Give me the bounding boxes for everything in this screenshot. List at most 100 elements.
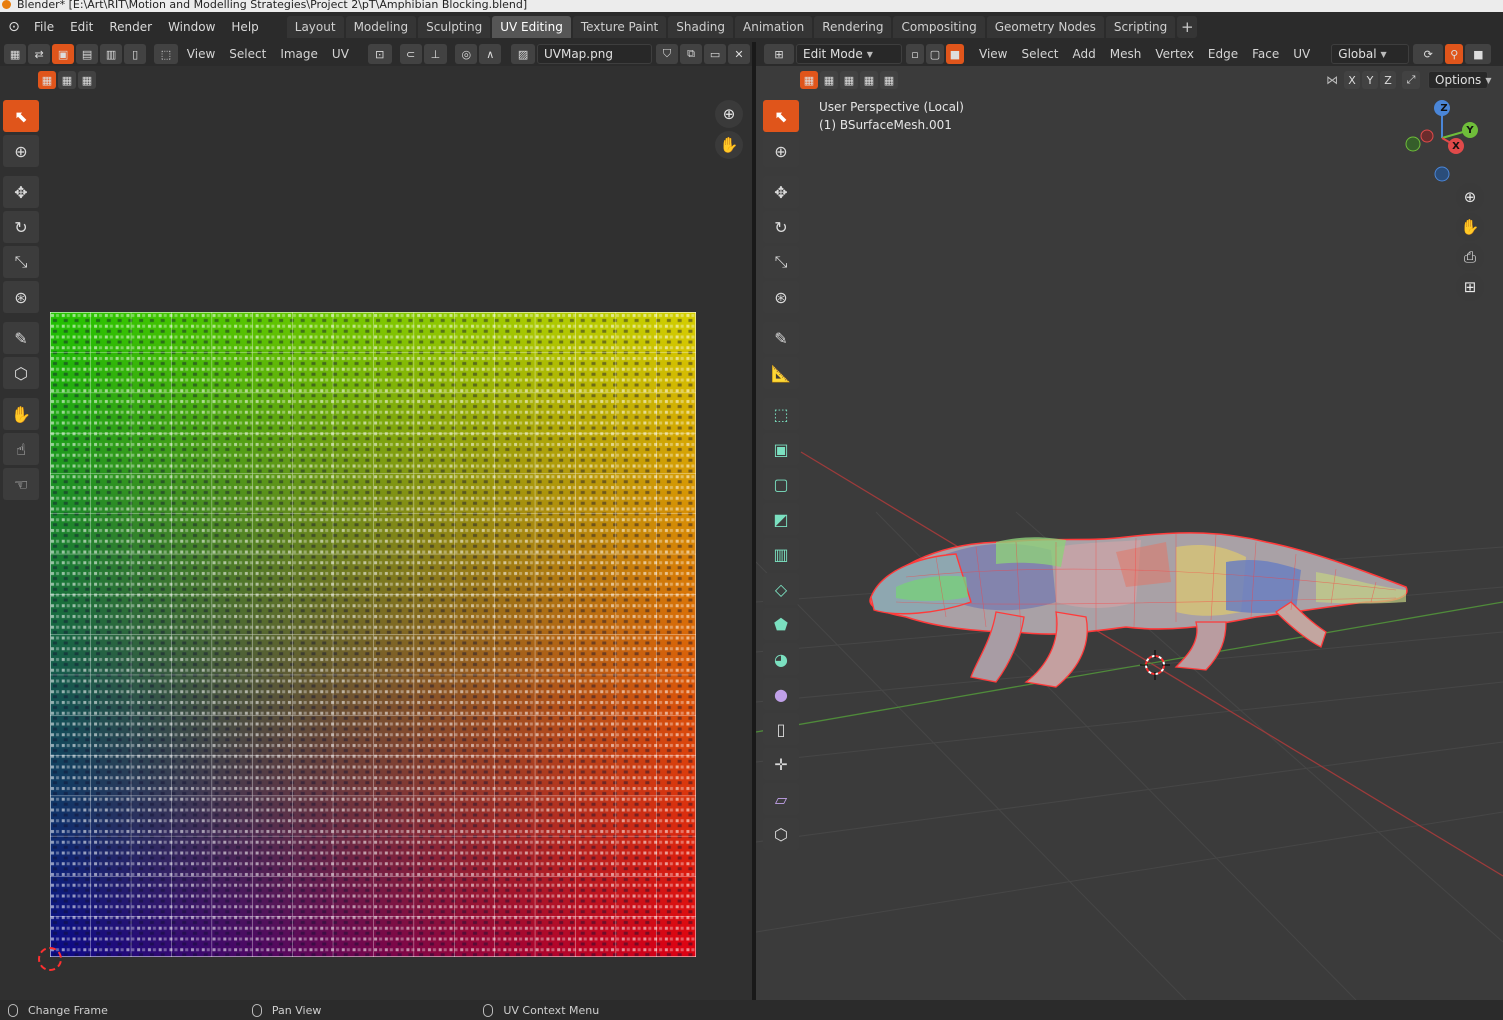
3d-viewport[interactable]: ⊞ Edit Mode ▼ ▫ ▢ ■ View Select Add Mesh … [756, 42, 1503, 1000]
uv-menu-select[interactable]: Select [222, 42, 273, 66]
uv-select-mode-row: ▦ ▦ ▦ [38, 68, 98, 92]
status-bar: Change Frame Pan View UV Context Menu [0, 1000, 1503, 1020]
pan-hand-icon[interactable]: ✋ [1456, 213, 1484, 241]
zoom-icon[interactable]: ⊕ [715, 100, 743, 128]
tab-uv-editing[interactable]: UV Editing [492, 16, 571, 38]
move-tool-icon[interactable]: ✥ [3, 176, 39, 208]
transform-tool-icon[interactable]: ⊛ [763, 281, 799, 313]
pivot-icon[interactable]: ⊡ [367, 44, 392, 64]
snap-target-icon[interactable]: ⊥ [423, 44, 448, 64]
annotate-tool-icon[interactable]: ✎ [3, 322, 39, 354]
annotate-tool-icon[interactable]: ✎ [763, 322, 799, 354]
loop-cut-tool-icon[interactable]: ▥ [763, 538, 799, 570]
z-axis-label: Z [1440, 102, 1448, 114]
island-select-icon[interactable]: ▯ [124, 44, 147, 64]
status-pan-view-label: Pan View [271, 1003, 322, 1017]
viewport-scene[interactable] [756, 42, 1503, 1000]
image-browse-icon[interactable]: ▨ [511, 44, 535, 64]
bevel-tool-icon[interactable]: ◩ [763, 503, 799, 535]
rip-tool-icon[interactable]: ⬡ [3, 357, 39, 389]
menu-help[interactable]: Help [223, 12, 266, 42]
scale-tool-icon[interactable]: ⤡ [763, 246, 799, 278]
image-name-field[interactable]: UVMap.png [536, 44, 653, 64]
grab-tool-icon[interactable]: ✋ [3, 398, 39, 430]
sticky-select-icon[interactable]: ⬚ [154, 44, 178, 64]
tab-shading[interactable]: Shading [668, 16, 733, 38]
tab-modeling[interactable]: Modeling [345, 16, 417, 38]
camera-icon[interactable]: ⎙ [1456, 243, 1484, 271]
measure-tool-icon[interactable]: 📐 [763, 357, 799, 389]
cursor-tool-icon[interactable]: ⊕ [3, 135, 39, 167]
edge-slide-tool-icon[interactable]: ▯ [763, 713, 799, 745]
menu-render[interactable]: Render [101, 12, 160, 42]
knife-tool-icon[interactable]: ◇ [763, 573, 799, 605]
select-subtract-icon[interactable]: ▦ [78, 71, 96, 89]
relax-tool-icon[interactable]: ☝ [3, 433, 39, 465]
rotate-tool-icon[interactable]: ↻ [3, 211, 39, 243]
uv-menu-uv[interactable]: UV [325, 42, 356, 66]
status-uv-context-menu: UV Context Menu [483, 1003, 599, 1017]
tab-scripting[interactable]: Scripting [1105, 16, 1176, 38]
menu-window[interactable]: Window [160, 12, 223, 42]
window-title-bar: Blender* [E:\Art\RIT\Motion and Modellin… [0, 0, 1503, 12]
select-box-tool-icon[interactable]: ⬉ [3, 100, 39, 132]
uv-editor-header: ▦ ⇄ ▣ ▤ ▥ ▯ ⬚ View Select Image UV ⊡ ⊂ ⊥… [0, 42, 752, 66]
shear-tool-icon[interactable]: ▱ [763, 783, 799, 815]
zoom-icon[interactable]: ⊕ [1456, 183, 1484, 211]
spin-tool-icon[interactable]: ◕ [763, 643, 799, 675]
transform-tool-icon[interactable]: ⊛ [3, 281, 39, 313]
uv-menu-view[interactable]: View [180, 42, 222, 66]
tab-animation[interactable]: Animation [735, 16, 813, 38]
pan-hand-icon[interactable]: ✋ [715, 131, 743, 159]
tab-texture-paint[interactable]: Texture Paint [572, 16, 667, 38]
snap-icon[interactable]: ⊂ [399, 44, 422, 64]
inset-tool-icon[interactable]: ▢ [763, 468, 799, 500]
select-extend-icon[interactable]: ▦ [58, 71, 76, 89]
open-image-icon[interactable]: ▭ [704, 44, 727, 64]
new-image-icon[interactable]: ⧉ [680, 44, 703, 64]
menu-file[interactable]: File [26, 12, 62, 42]
select-new-icon[interactable]: ▦ [38, 71, 56, 89]
smooth-tool-icon[interactable]: ● [763, 678, 799, 710]
uv-editor[interactable]: ▦ ⇄ ▣ ▤ ▥ ▯ ⬚ View Select Image UV ⊡ ⊂ ⊥… [0, 42, 752, 1000]
pinch-tool-icon[interactable]: ☜ [3, 468, 39, 500]
scale-tool-icon[interactable]: ⤡ [3, 246, 39, 278]
move-tool-icon[interactable]: ✥ [763, 176, 799, 208]
vertex-select-icon[interactable]: ▣ [52, 44, 75, 64]
shrink-fatten-tool-icon[interactable]: ✛ [763, 748, 799, 780]
mouse-left-icon [8, 1003, 18, 1017]
blender-menu-icon[interactable]: ⊙ [2, 15, 26, 39]
poly-build-tool-icon[interactable]: ⬟ [763, 608, 799, 640]
creature-mesh [869, 532, 1408, 688]
tab-sculpting[interactable]: Sculpting [418, 16, 491, 38]
add-workspace-button[interactable]: + [1177, 16, 1198, 38]
fake-user-icon[interactable]: ⛉ [656, 44, 679, 64]
image-name-label: UVMap.png [543, 47, 613, 61]
sync-selection-icon[interactable]: ⇄ [28, 44, 51, 64]
rip-region-tool-icon[interactable]: ⬡ [763, 818, 799, 850]
proportional-edit-icon[interactable]: ◎ [455, 44, 478, 64]
status-pan-view: Pan View [251, 1003, 322, 1017]
extrude-tool-icon[interactable]: ▣ [763, 433, 799, 465]
rotate-tool-icon[interactable]: ↻ [763, 211, 799, 243]
add-cube-tool-icon[interactable]: ⬚ [763, 398, 799, 430]
face-select-icon[interactable]: ▥ [100, 44, 123, 64]
editor-type-icon[interactable]: ▦ [4, 44, 27, 64]
unlink-image-icon[interactable]: ✕ [728, 44, 751, 64]
ortho-grid-icon[interactable]: ⊞ [1456, 273, 1484, 301]
tab-layout[interactable]: Layout [286, 16, 344, 38]
menu-edit[interactable]: Edit [62, 12, 101, 42]
select-box-tool-icon[interactable]: ⬉ [763, 100, 799, 132]
uv-menu-image[interactable]: Image [273, 42, 325, 66]
tab-compositing[interactable]: Compositing [893, 16, 985, 38]
edge-select-icon[interactable]: ▤ [76, 44, 99, 64]
tab-geometry-nodes[interactable]: Geometry Nodes [986, 16, 1104, 38]
uv-checker-texture[interactable] [50, 312, 696, 957]
uv-2d-cursor-icon[interactable] [38, 947, 62, 971]
cursor-tool-icon[interactable]: ⊕ [763, 135, 799, 167]
falloff-icon[interactable]: ∧ [479, 44, 502, 64]
mouse-middle-icon [251, 1003, 262, 1017]
viewport-toolbar: ⬉ ⊕ ✥ ↻ ⤡ ⊛ ✎ 📐 ⬚ ▣ ▢ ◩ ▥ ◇ ⬟ ◕ ● ▯ ✛ ▱ … [763, 100, 801, 853]
x-axis-label: X [1452, 140, 1460, 152]
tab-rendering[interactable]: Rendering [814, 16, 892, 38]
